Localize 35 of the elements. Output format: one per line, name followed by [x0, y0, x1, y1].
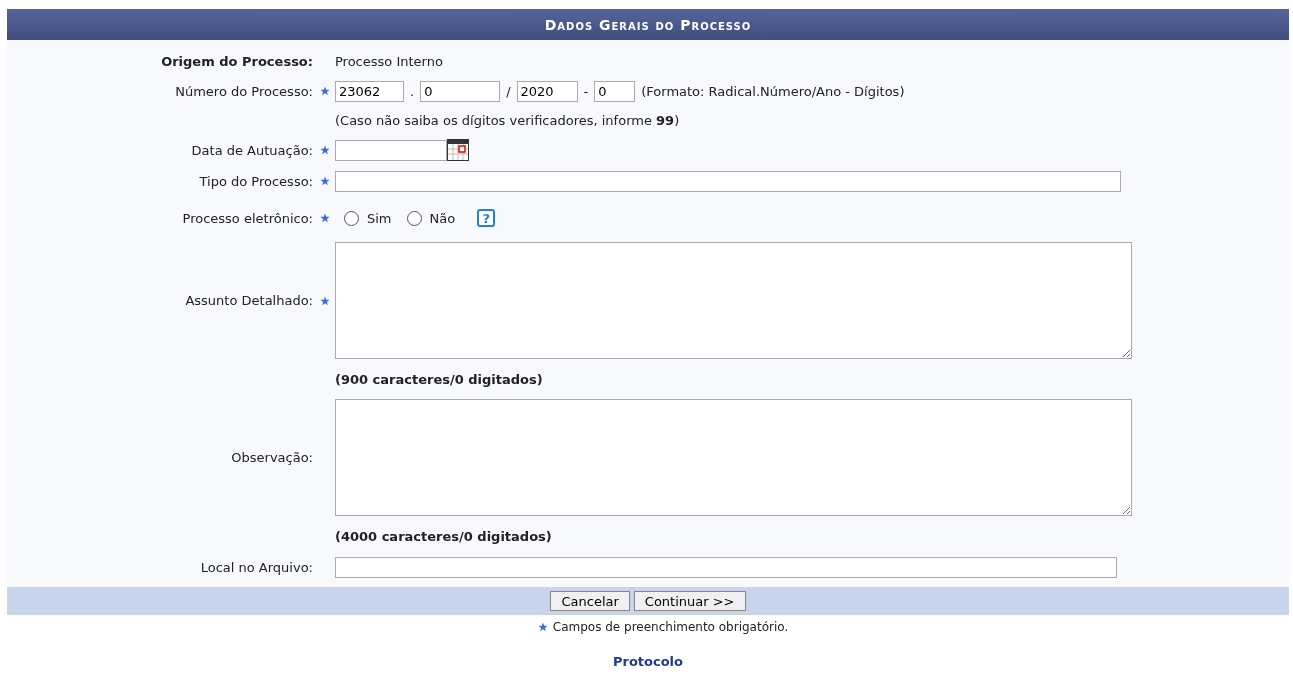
character-counter: (4000 caracteres/0 digitados): [335, 528, 553, 544]
field-label: Observação:: [231, 450, 313, 465]
radio-label: Sim: [367, 210, 392, 226]
separator: .: [409, 83, 416, 99]
section-header: Dados Gerais do Processo: [7, 9, 1289, 40]
protocolo-link[interactable]: Protocolo: [612, 654, 683, 669]
separator: /: [505, 83, 512, 99]
help-button[interactable]: ?: [477, 209, 496, 227]
hint-text: (Caso não saiba os dígitos verificadores, informe 99): [335, 112, 680, 128]
radio-button[interactable]: [406, 210, 422, 226]
field-label: Data de Autuação:: [191, 142, 313, 158]
field-label: Assunto Detalhado:: [185, 293, 313, 308]
number-field[interactable]: 0: [420, 80, 501, 102]
field-label: Origem do Processo:: [161, 53, 313, 69]
field-value: Processo Interno: [335, 53, 443, 69]
radio-button[interactable]: [344, 210, 359, 226]
field-label: Tipo do Processo:: [199, 173, 313, 189]
text-field[interactable]: [335, 170, 1121, 192]
calendar-icon[interactable]: [447, 139, 469, 161]
number-field[interactable]: 23062: [335, 80, 404, 102]
field-label: Número do Processo:: [175, 83, 313, 99]
form-button[interactable]: Cancelar: [550, 591, 630, 611]
character-counter: (900 caracteres/0 digitados): [335, 371, 544, 387]
number-field[interactable]: 2020: [516, 80, 578, 102]
text-field[interactable]: [335, 556, 1117, 578]
separator: -: [582, 83, 590, 99]
field-label: Local no Arquivo:: [200, 559, 313, 575]
form-button[interactable]: Continuar >>: [633, 591, 746, 611]
format-hint: (Formato: Radical.Número/Ano - Dígitos): [640, 83, 905, 99]
required-star-icon: [537, 622, 548, 632]
required-note: Campos de preenchimento obrigatório.: [552, 620, 789, 634]
radio-label: Não: [429, 210, 456, 226]
number-field[interactable]: 0: [594, 80, 636, 102]
date-field[interactable]: [335, 139, 447, 161]
field-label: Processo eletrônico:: [182, 210, 313, 226]
